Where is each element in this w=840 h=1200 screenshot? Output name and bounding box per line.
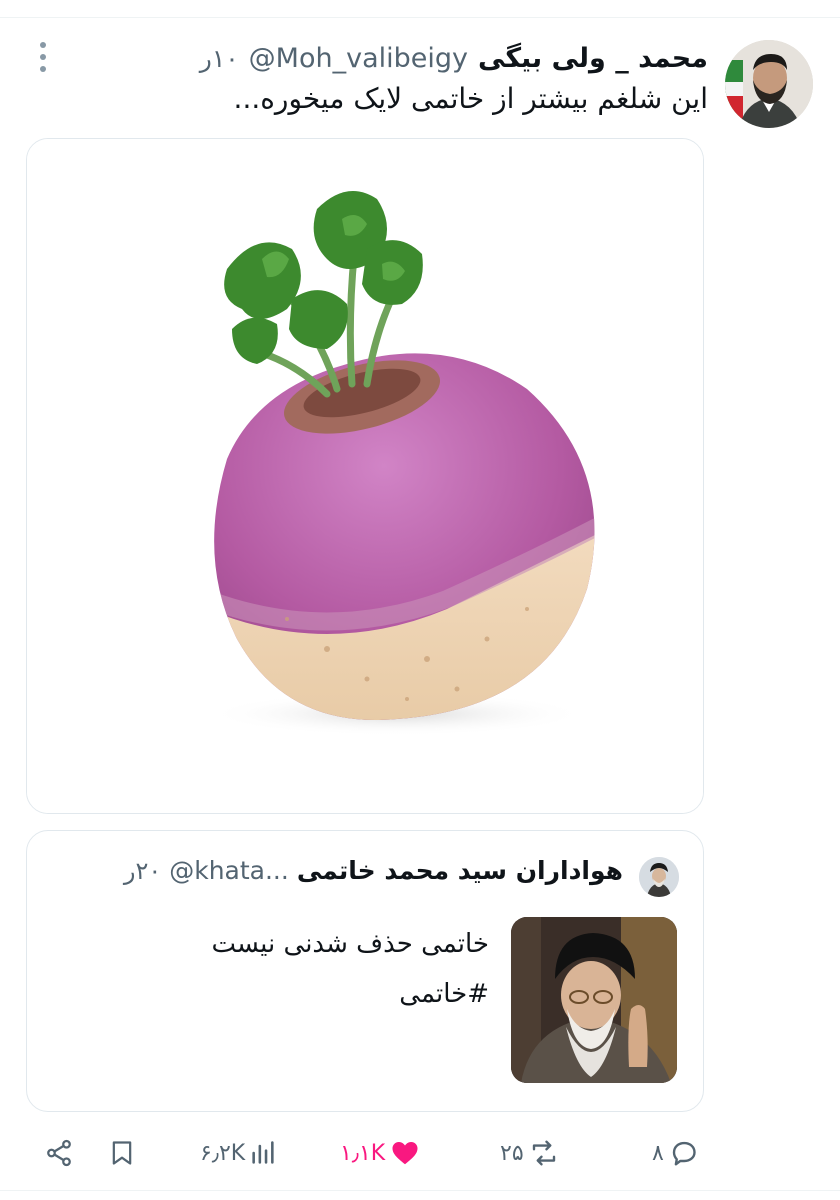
like-button[interactable]: ۱٫۱K [340, 1133, 421, 1173]
author-display-name[interactable]: محمد _ ولی بیگی [478, 43, 708, 74]
turnip-photo-icon [27, 139, 703, 813]
heart-filled-icon [392, 1142, 418, 1165]
reply-button[interactable]: ۸ [652, 1133, 700, 1173]
quote-avatar-photo-icon [639, 857, 679, 897]
bookmark-button[interactable] [108, 1133, 136, 1173]
tweet-timestamp[interactable]: ۱۰ر [200, 44, 239, 73]
views-chart-icon [252, 1141, 274, 1164]
views-button[interactable]: ۶٫۲K [200, 1133, 277, 1173]
share-icon [47, 1139, 71, 1167]
author-handle[interactable]: @Moh_valibeigy [249, 43, 468, 74]
views-count: ۶٫۲K [200, 1140, 246, 1166]
more-options-icon[interactable] [32, 42, 54, 72]
quote-display-name[interactable]: هواداران سید محمد خاتمی [297, 856, 623, 885]
top-divider [0, 17, 840, 18]
quoted-tweet[interactable]: هواداران سید محمد خاتمی @khata... ۲۰ر خا… [26, 830, 704, 1112]
quote-hashtag[interactable]: #خاتمی [211, 969, 489, 1019]
quote-handle[interactable]: @khata... [169, 856, 289, 885]
share-button[interactable] [44, 1133, 74, 1173]
tweet-action-bar: ۶٫۲K ۱٫۱K ۲۵ ۸ [0, 1125, 840, 1181]
replies-count: ۸ [652, 1140, 664, 1166]
tweet-text: این شلغم بیشتر از خاتمی لایک میخوره... [233, 82, 708, 115]
quote-media[interactable] [511, 917, 677, 1083]
tweet-header: محمد _ ولی بیگی @Moh_valibeigy ۱۰ر [200, 38, 708, 78]
quote-author-avatar[interactable] [639, 857, 679, 897]
quote-timestamp[interactable]: ۲۰ر [124, 857, 161, 885]
quote-text: خاتمی حذف شدنی نیست [211, 929, 489, 959]
reposts-count: ۲۵ [500, 1140, 524, 1166]
tweet-media[interactable] [26, 138, 704, 814]
repost-icon [532, 1140, 555, 1166]
reply-bubble-icon [672, 1141, 696, 1166]
author-avatar[interactable] [725, 40, 813, 128]
likes-count: ۱٫۱K [340, 1140, 386, 1166]
quote-header: هواداران سید محمد خاتمی @khata... ۲۰ر [124, 856, 623, 885]
bookmark-icon [112, 1141, 132, 1165]
user-avatar-photo-icon [725, 40, 813, 128]
cleric-photo-icon [511, 917, 677, 1083]
quote-text-block: خاتمی حذف شدنی نیست #خاتمی [211, 919, 489, 1019]
repost-button[interactable]: ۲۵ [500, 1133, 560, 1173]
bottom-divider [0, 1190, 840, 1191]
